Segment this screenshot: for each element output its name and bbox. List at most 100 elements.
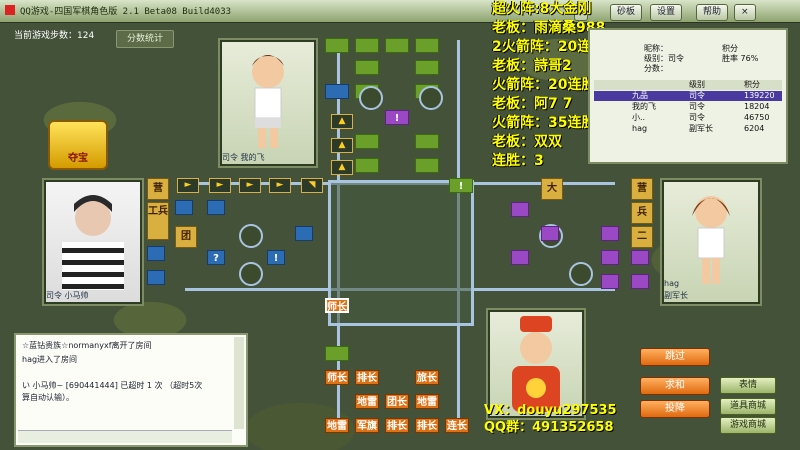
bottom-piece[interactable]: 军旗 xyxy=(355,418,379,433)
treasure-chest[interactable]: 夺宝 xyxy=(48,120,108,170)
chat-line: 算自动认输）。 xyxy=(22,393,74,402)
left-piece[interactable] xyxy=(175,200,193,215)
right-rank-label: 二 xyxy=(631,226,653,248)
top-piece[interactable] xyxy=(415,60,439,75)
right-piece[interactable] xyxy=(601,274,619,289)
game-shop-button[interactable]: 游戏商城 xyxy=(720,417,776,434)
top-piece[interactable] xyxy=(385,38,409,53)
top-piece[interactable] xyxy=(355,134,379,149)
bottom-piece[interactable]: 师长 xyxy=(325,370,349,385)
top-piece[interactable] xyxy=(415,158,439,173)
chat-log: ☆蓝钻贵族☆normanyxf离开了房间 hag进入了房间 い 小马帅~ [69… xyxy=(14,333,248,447)
camp-spot[interactable] xyxy=(569,262,593,286)
right-piece[interactable] xyxy=(511,202,529,217)
camp-spot[interactable] xyxy=(419,86,443,110)
arrow-up-icon: ▲ xyxy=(331,114,353,129)
arrow-up-icon: ▲ xyxy=(331,138,353,153)
right-piece[interactable] xyxy=(541,226,559,241)
right-piece[interactable] xyxy=(601,250,619,265)
left-piece[interactable] xyxy=(207,200,225,215)
window-title: QQ游戏-四国军棋角色版 2.1 Beta08 Build4033 xyxy=(20,7,232,17)
top-piece[interactable] xyxy=(415,38,439,53)
bottom-piece[interactable]: 团长 xyxy=(385,394,409,409)
roster-header: 积分 xyxy=(744,80,760,89)
player-left-label: 司令 小马帅 xyxy=(46,291,89,300)
camp-spot[interactable] xyxy=(359,86,383,110)
roster-row[interactable]: hag 副军长 6204 xyxy=(594,124,782,134)
chat-input[interactable] xyxy=(18,430,232,443)
right-rank-label: 营 xyxy=(631,178,653,200)
left-piece[interactable] xyxy=(147,270,165,285)
top-piece[interactable] xyxy=(355,38,379,53)
board-button[interactable]: 砂板 xyxy=(610,4,643,21)
bottom-piece[interactable]: 地雷 xyxy=(325,418,349,433)
treasure-label: 夺宝 xyxy=(68,153,88,164)
roster-self-score: 分数： xyxy=(644,64,668,73)
camp-spot[interactable] xyxy=(239,262,263,286)
settings-button[interactable]: 设置 xyxy=(650,4,683,21)
player-left-panel: 司令 小马帅 xyxy=(42,178,144,306)
bottom-piece[interactable]: 旅长 xyxy=(415,370,439,385)
chat-line: い 小马帅~ [690441444] 已超时 1 次 （超时5次 xyxy=(22,381,203,390)
player-right-rank: 副军长 xyxy=(664,291,688,300)
roster-row[interactable]: 九品 司令 139220 xyxy=(594,91,782,101)
left-rank-label: 团 xyxy=(175,226,197,248)
item-shop-button[interactable]: 道具商城 xyxy=(720,398,776,415)
bottom-piece[interactable]: 排长 xyxy=(415,418,439,433)
left-piece[interactable] xyxy=(295,226,313,241)
selected-piece[interactable]: 师长 xyxy=(325,298,349,313)
surrender-button[interactable]: 投降 xyxy=(640,400,710,418)
expression-button[interactable]: 表情 xyxy=(720,377,776,394)
arrow-up-right-icon: ◥ xyxy=(301,178,323,193)
right-piece[interactable] xyxy=(511,250,529,265)
chat-scrollbar[interactable] xyxy=(234,337,244,429)
arrow-up-icon: ▲ xyxy=(331,160,353,175)
avatar-photo-icon xyxy=(62,195,124,290)
green-piece[interactable] xyxy=(325,346,349,361)
bottom-piece[interactable]: 连长 xyxy=(445,418,469,433)
left-piece[interactable]: ? xyxy=(207,250,225,265)
avatar-girl-icon xyxy=(692,196,730,284)
roster-row[interactable]: 我的飞 司令 18204 xyxy=(594,102,782,112)
help-button[interactable]: 帮助 xyxy=(696,4,729,21)
step-counter: 当前游戏步数：124 xyxy=(14,31,95,41)
camp-spot[interactable] xyxy=(239,224,263,248)
contact-qq: QQ群：491352658 xyxy=(484,420,614,435)
right-piece[interactable] xyxy=(631,274,649,289)
green-piece[interactable]: ! xyxy=(449,178,473,193)
top-piece[interactable] xyxy=(415,134,439,149)
left-piece[interactable] xyxy=(147,246,165,261)
right-rank-label: 大 xyxy=(541,178,563,200)
roster-self-win: 胜率 76% xyxy=(722,54,759,63)
close-icon[interactable]: × xyxy=(734,4,756,21)
player-right-name: hag xyxy=(664,279,680,288)
player-right-panel: hag 副军长 xyxy=(660,178,762,306)
title-bar: QQ游戏-四国军棋角色版 2.1 Beta08 Build4033 砂板 设置 … xyxy=(0,0,800,23)
left-rank-label: 营 xyxy=(147,178,169,200)
right-piece[interactable] xyxy=(601,226,619,241)
top-piece[interactable] xyxy=(355,60,379,75)
player-roster: 昵称： 积分 级别：司令 胜率 76% 分数： 级别 积分 九品 司令 139220 我的… xyxy=(588,28,788,164)
contact-overlay: VX：douyu297535 QQ群：491352658 xyxy=(484,402,617,436)
blue-piece[interactable] xyxy=(325,84,349,99)
roster-row[interactable]: 小.. 司令 46750 xyxy=(594,113,782,123)
roster-self-rank: 级别：司令 xyxy=(644,54,684,63)
roster-self-label: 昵称： xyxy=(644,44,668,53)
peace-button[interactable]: 求和 xyxy=(640,377,710,395)
arrow-right-icon: ► xyxy=(209,178,231,193)
hidden-piece[interactable]: ! xyxy=(385,110,409,125)
bottom-piece[interactable]: 排长 xyxy=(355,370,379,385)
roster-self-score2: 积分 xyxy=(722,44,738,53)
bottom-piece[interactable]: 地雷 xyxy=(415,394,439,409)
bottom-piece[interactable]: 排长 xyxy=(385,418,409,433)
arrow-right-icon: ► xyxy=(239,178,261,193)
bottom-piece[interactable]: 地雷 xyxy=(355,394,379,409)
avatar xyxy=(46,182,140,302)
top-piece[interactable] xyxy=(355,158,379,173)
left-piece[interactable]: ! xyxy=(267,250,285,265)
right-piece[interactable] xyxy=(631,250,649,265)
top-piece[interactable] xyxy=(325,38,349,53)
arrow-right-icon: ► xyxy=(177,178,199,193)
contact-vx: VX：douyu297535 xyxy=(484,403,617,418)
skip-button[interactable]: 跳过 xyxy=(640,348,710,366)
